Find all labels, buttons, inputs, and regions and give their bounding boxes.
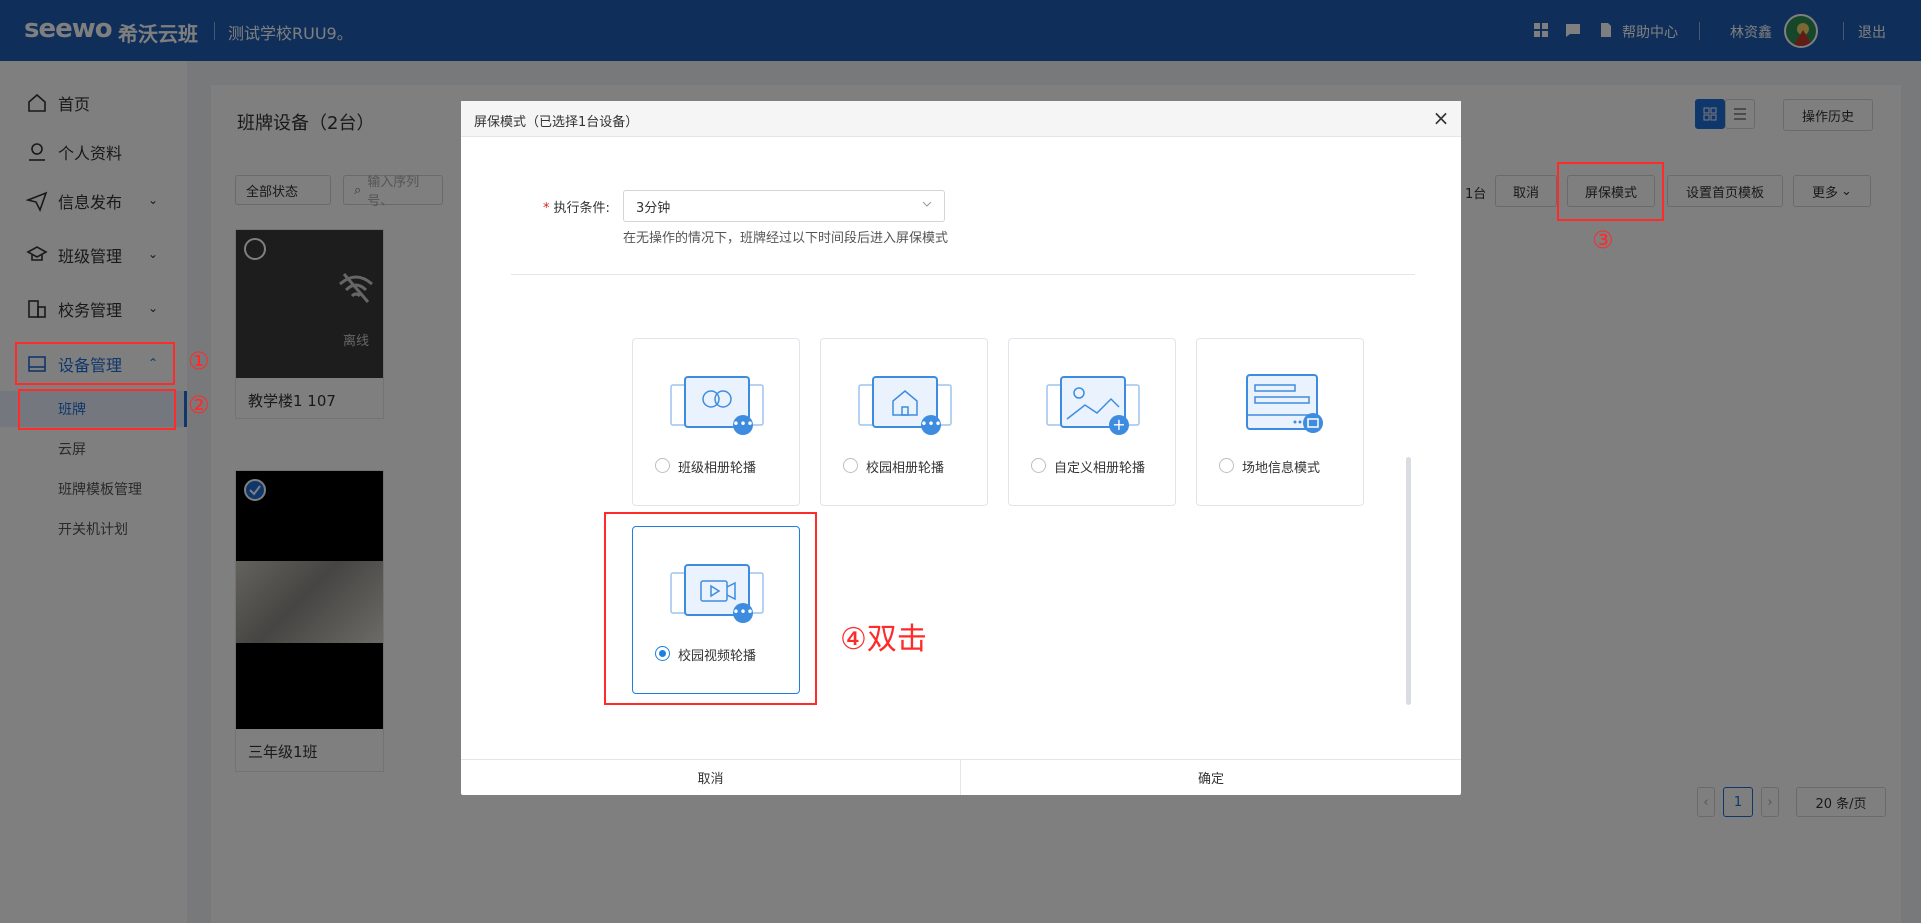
mode-card-venue-info[interactable]: 场地信息模式 (1196, 338, 1364, 506)
modal-title: 屏保模式（已选择1台设备） (474, 115, 639, 130)
annotation-step-4: ④双击 (840, 622, 927, 657)
annotation-box-campus-video (604, 512, 817, 705)
modal-header: 屏保模式（已选择1台设备） × (461, 101, 1461, 137)
close-icon[interactable]: × (1431, 108, 1451, 129)
annotation-box-banpai (18, 389, 176, 430)
mode-label: 自定义相册轮播 (1054, 461, 1146, 476)
modal-scrollbar[interactable] (1406, 457, 1411, 705)
mode-card-custom-album[interactable]: + 自定义相册轮播 (1008, 338, 1176, 506)
modal-confirm-button[interactable]: 确定 (961, 759, 1461, 795)
required-mark: * (543, 201, 550, 216)
condition-label: * 执行条件: (543, 197, 610, 216)
annotation-step-1: ① (188, 347, 210, 375)
svg-text:•••: ••• (920, 417, 941, 431)
condition-hint: 在无操作的情况下，班牌经过以下时间段后进入屏保模式 (623, 231, 949, 246)
svg-text:+: + (1112, 415, 1125, 434)
condition-value: 3分钟 (636, 201, 671, 216)
custom-album-icon: + (1046, 376, 1140, 435)
svg-text:•••: ••• (732, 417, 753, 431)
mode-radio[interactable] (843, 458, 858, 473)
annotation-step-2: ② (188, 391, 210, 419)
annotation-step-3: ③ (1592, 226, 1614, 254)
class-album-icon: ••• (670, 376, 764, 435)
venue-info-icon (1246, 374, 1323, 433)
divider (511, 274, 1415, 275)
mode-card-class-album[interactable]: ••• 班级相册轮播 (632, 338, 800, 506)
mode-label: 校园相册轮播 (866, 461, 945, 476)
condition-label-text: 执行条件: (553, 201, 610, 216)
mode-radio[interactable] (655, 458, 670, 473)
chevron-down-icon (922, 201, 932, 207)
mode-radio[interactable] (1219, 458, 1234, 473)
modal-cancel-button[interactable]: 取消 (461, 759, 961, 795)
annotation-box-screensaver (1557, 162, 1664, 221)
annotation-box-device-management (15, 342, 175, 385)
campus-album-icon: ••• (858, 376, 952, 435)
mode-label: 场地信息模式 (1242, 461, 1321, 476)
mode-radio[interactable] (1031, 458, 1046, 473)
mode-card-campus-album[interactable]: ••• 校园相册轮播 (820, 338, 988, 506)
condition-select[interactable]: 3分钟 (623, 190, 945, 222)
mode-label: 班级相册轮播 (678, 461, 757, 476)
